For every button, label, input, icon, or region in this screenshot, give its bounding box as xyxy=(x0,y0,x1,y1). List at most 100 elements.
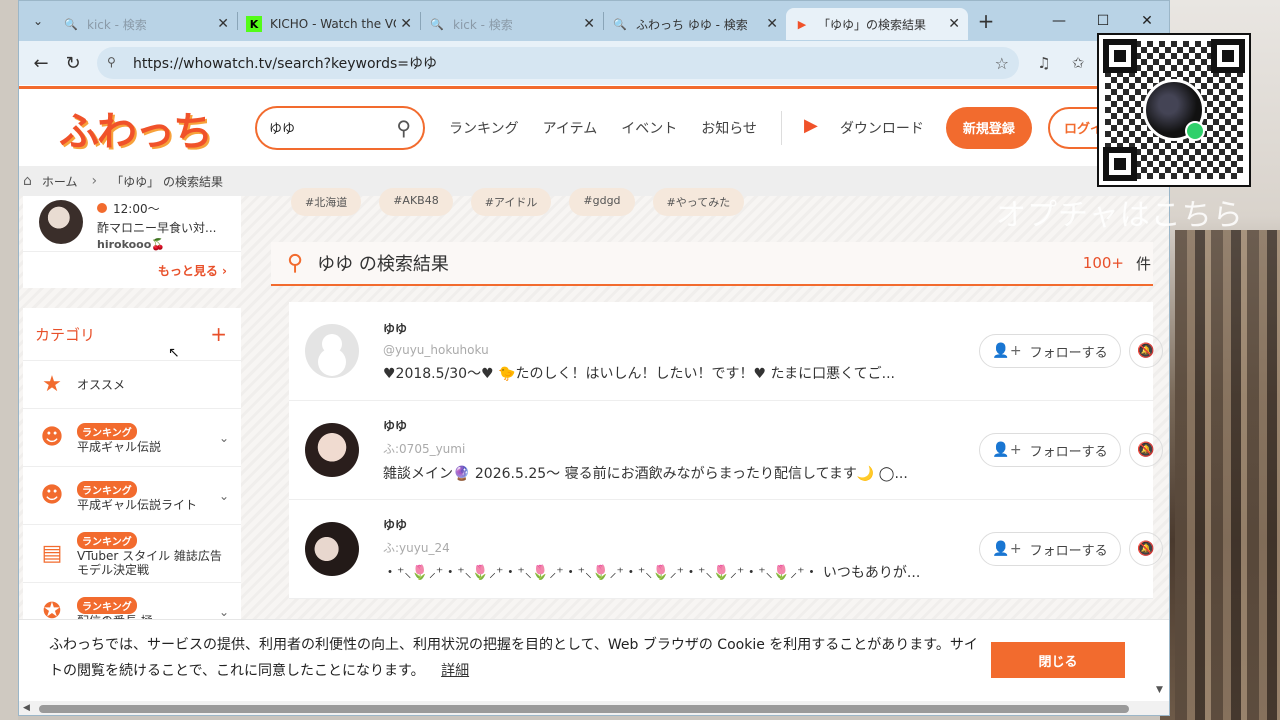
user-description: 雑談メイン🔮 2026.5.25〜 寝る前にお酒飲みながらまったり配信してます🌙… xyxy=(383,466,908,482)
tab-2[interactable]: K KICHO - Watch the VOD ✕ xyxy=(238,8,420,40)
scroll-down-icon[interactable]: ▼ xyxy=(1156,685,1163,695)
category-name: オススメ xyxy=(77,377,126,392)
register-button[interactable]: 新規登録 xyxy=(945,106,1032,149)
tab-3[interactable]: 🔍 kick - 検索 ✕ xyxy=(421,8,603,40)
chevron-down-icon[interactable]: ⌄ xyxy=(219,489,229,503)
cookie-banner: ふわっちでは、サービスの提供、利用者の利便性の向上、利用状況の把握を目的として、… xyxy=(19,619,1169,701)
read-aloud-icon[interactable]: ♫ xyxy=(1027,54,1061,72)
horizontal-scrollbar[interactable]: ◀ xyxy=(19,701,1169,715)
tab-label: KICHO - Watch the VOD xyxy=(270,17,396,31)
more-link[interactable]: もっと見る › xyxy=(23,252,241,279)
minimize-icon[interactable]: — xyxy=(1037,1,1081,41)
main-nav: ランキング アイテム イベント お知らせ xyxy=(449,118,781,138)
category-item[interactable]: ★ オススメ xyxy=(23,361,241,409)
follow-label: フォローする xyxy=(1029,543,1108,559)
app-icon: ▶ xyxy=(803,114,818,136)
qr-finder xyxy=(1103,39,1137,73)
user-name[interactable]: ゆゆ xyxy=(383,516,979,533)
result-title: ゆゆ の検索結果 xyxy=(317,254,449,275)
category-item[interactable]: ☻ ランキング 平成ギャル伝説ライト ⌄ xyxy=(23,467,241,525)
line-icon xyxy=(1185,121,1205,141)
nav-items[interactable]: アイテム xyxy=(543,118,598,138)
mouse-cursor-icon: ↖ xyxy=(168,345,180,361)
avatar[interactable] xyxy=(305,423,359,477)
category-title: カテゴリ xyxy=(35,325,96,344)
chevron-down-icon[interactable]: ⌄ xyxy=(219,431,229,445)
header-divider xyxy=(780,110,782,145)
live-time: 12:00〜 xyxy=(113,202,160,216)
site-header: ふわっち ゆゆ ⚲ ランキング アイテム イベント お知らせ ▶ ダウンロード … xyxy=(19,86,1169,166)
download-label: ダウンロード xyxy=(839,120,924,137)
search-input[interactable]: ゆゆ ⚲ xyxy=(255,105,425,150)
search-icon[interactable]: ⚲ xyxy=(396,116,411,140)
user-name[interactable]: ゆゆ xyxy=(383,320,979,337)
breadcrumb-home[interactable]: ホーム xyxy=(42,173,78,190)
nav-news[interactable]: お知らせ xyxy=(701,118,757,138)
download-link[interactable]: ▶ ダウンロード xyxy=(804,115,924,141)
site-info-icon[interactable]: ⚲ xyxy=(107,55,123,71)
category-item[interactable]: ▤ ランキング VTuber スタイル 雑誌広告モデル決定戦 xyxy=(23,525,241,583)
category-item[interactable]: ☻ ランキング 平成ギャル伝説 ⌄ xyxy=(23,409,241,467)
url-field[interactable]: ⚲ https://whowatch.tv/search?keywords=ゆゆ… xyxy=(97,47,1019,79)
result-row[interactable]: ゆゆ @yuyu_hokuhoku ♥2018.5/30〜♥ 🐤たのしく！はいし… xyxy=(289,302,1163,401)
user-name[interactable]: ゆゆ xyxy=(383,417,979,434)
result-row[interactable]: ゆゆ ふ:yuyu_24 ・⁺⸜🌷⸝⁺・⁺⸜🌷⸝⁺・⁺⸜🌷⸝⁺・⁺⸜🌷⸝⁺・⁺⸜… xyxy=(289,500,1163,599)
result-unit: 件 xyxy=(1135,254,1151,273)
mute-notification-icon[interactable]: 🔕 xyxy=(1129,334,1163,368)
user-id: ふ:0705_yumi xyxy=(383,442,466,456)
close-icon[interactable]: ✕ xyxy=(217,16,229,32)
gal-icon: ☻ xyxy=(40,425,64,450)
avatar[interactable] xyxy=(305,522,359,576)
tag-chip[interactable]: #北海道 xyxy=(291,188,362,216)
new-tab-button[interactable]: + xyxy=(968,9,1004,33)
gal-icon: ☻ xyxy=(40,483,64,508)
mute-notification-icon[interactable]: 🔕 xyxy=(1129,433,1163,467)
cookie-text: ふわっちでは、サービスの提供、利用者の利便性の向上、利用状況の把握を目的として、… xyxy=(49,637,978,679)
magazine-icon: ▤ xyxy=(41,541,63,566)
chevron-down-icon[interactable]: ⌄ xyxy=(219,605,229,619)
follow-button[interactable]: 👤+ フォローする xyxy=(979,433,1121,467)
search-icon: 🔍 xyxy=(430,17,444,31)
category-card: カテゴリ + ★ オススメ ☻ ランキング 平成ギャル伝説 ⌄ ☻ ランキング 平成… xyxy=(23,308,241,641)
tab-1[interactable]: 🔍 kick - 検索 ✕ xyxy=(55,8,237,40)
home-icon: ⌂ xyxy=(23,173,32,189)
favorites-icon[interactable]: ✩ xyxy=(1061,54,1095,72)
tab-actions-button[interactable]: ⌄ xyxy=(21,6,55,36)
result-count: 100+ xyxy=(1082,254,1124,272)
ranking-badge: ランキング xyxy=(77,423,137,440)
tag-chip[interactable]: #gdgd xyxy=(569,188,635,216)
nav-events[interactable]: イベント xyxy=(621,118,677,138)
tab-4[interactable]: 🔍 ふわっち ゆゆ - 検索 ✕ xyxy=(604,8,786,40)
nav-ranking[interactable]: ランキング xyxy=(449,118,519,138)
live-card: 12:00〜 酢マロニー早食い対... hirokooo🍒 もっと見る › xyxy=(23,196,241,288)
search-query: ゆゆ xyxy=(269,122,296,137)
plus-icon[interactable]: + xyxy=(210,322,227,346)
tag-chip[interactable]: #やってみた xyxy=(652,188,745,216)
close-icon[interactable]: ✕ xyxy=(583,16,595,32)
add-user-icon: 👤+ xyxy=(992,442,1022,458)
mute-notification-icon[interactable]: 🔕 xyxy=(1129,532,1163,566)
overlay-caption: オプチャはこちら xyxy=(996,198,1244,233)
scrollbar-thumb[interactable] xyxy=(39,705,1129,713)
kick-icon: K xyxy=(246,16,262,32)
favorite-icon[interactable]: ☆ xyxy=(995,54,1009,73)
tag-chip[interactable]: #アイドル xyxy=(470,188,552,216)
follow-button[interactable]: 👤+ フォローする xyxy=(979,532,1121,566)
close-icon[interactable]: ✕ xyxy=(400,16,412,32)
close-icon[interactable]: ✕ xyxy=(948,16,960,32)
tab-5[interactable]: ▶ 「ゆゆ」の検索結果 ✕ xyxy=(786,8,968,40)
refresh-icon[interactable]: ↻ xyxy=(57,47,89,79)
tag-chip[interactable]: #AKB48 xyxy=(379,188,453,216)
cookie-detail-link[interactable]: 詳細 xyxy=(441,663,469,679)
result-row[interactable]: ゆゆ ふ:0705_yumi 雑談メイン🔮 2026.5.25〜 寝る前にお酒飲… xyxy=(289,401,1163,500)
avatar[interactable] xyxy=(305,324,359,378)
site-logo[interactable]: ふわっち xyxy=(59,99,219,157)
follow-label: フォローする xyxy=(1029,444,1108,460)
close-icon[interactable]: ✕ xyxy=(766,16,778,32)
scroll-left-icon[interactable]: ◀ xyxy=(23,703,30,713)
back-icon[interactable]: ← xyxy=(25,47,57,79)
live-item[interactable]: 12:00〜 酢マロニー早食い対... hirokooo🍒 xyxy=(23,196,241,252)
cookie-close-button[interactable]: 閉じる xyxy=(991,642,1125,678)
more-label: もっと見る xyxy=(157,264,218,278)
follow-button[interactable]: 👤+ フォローする xyxy=(979,334,1121,368)
